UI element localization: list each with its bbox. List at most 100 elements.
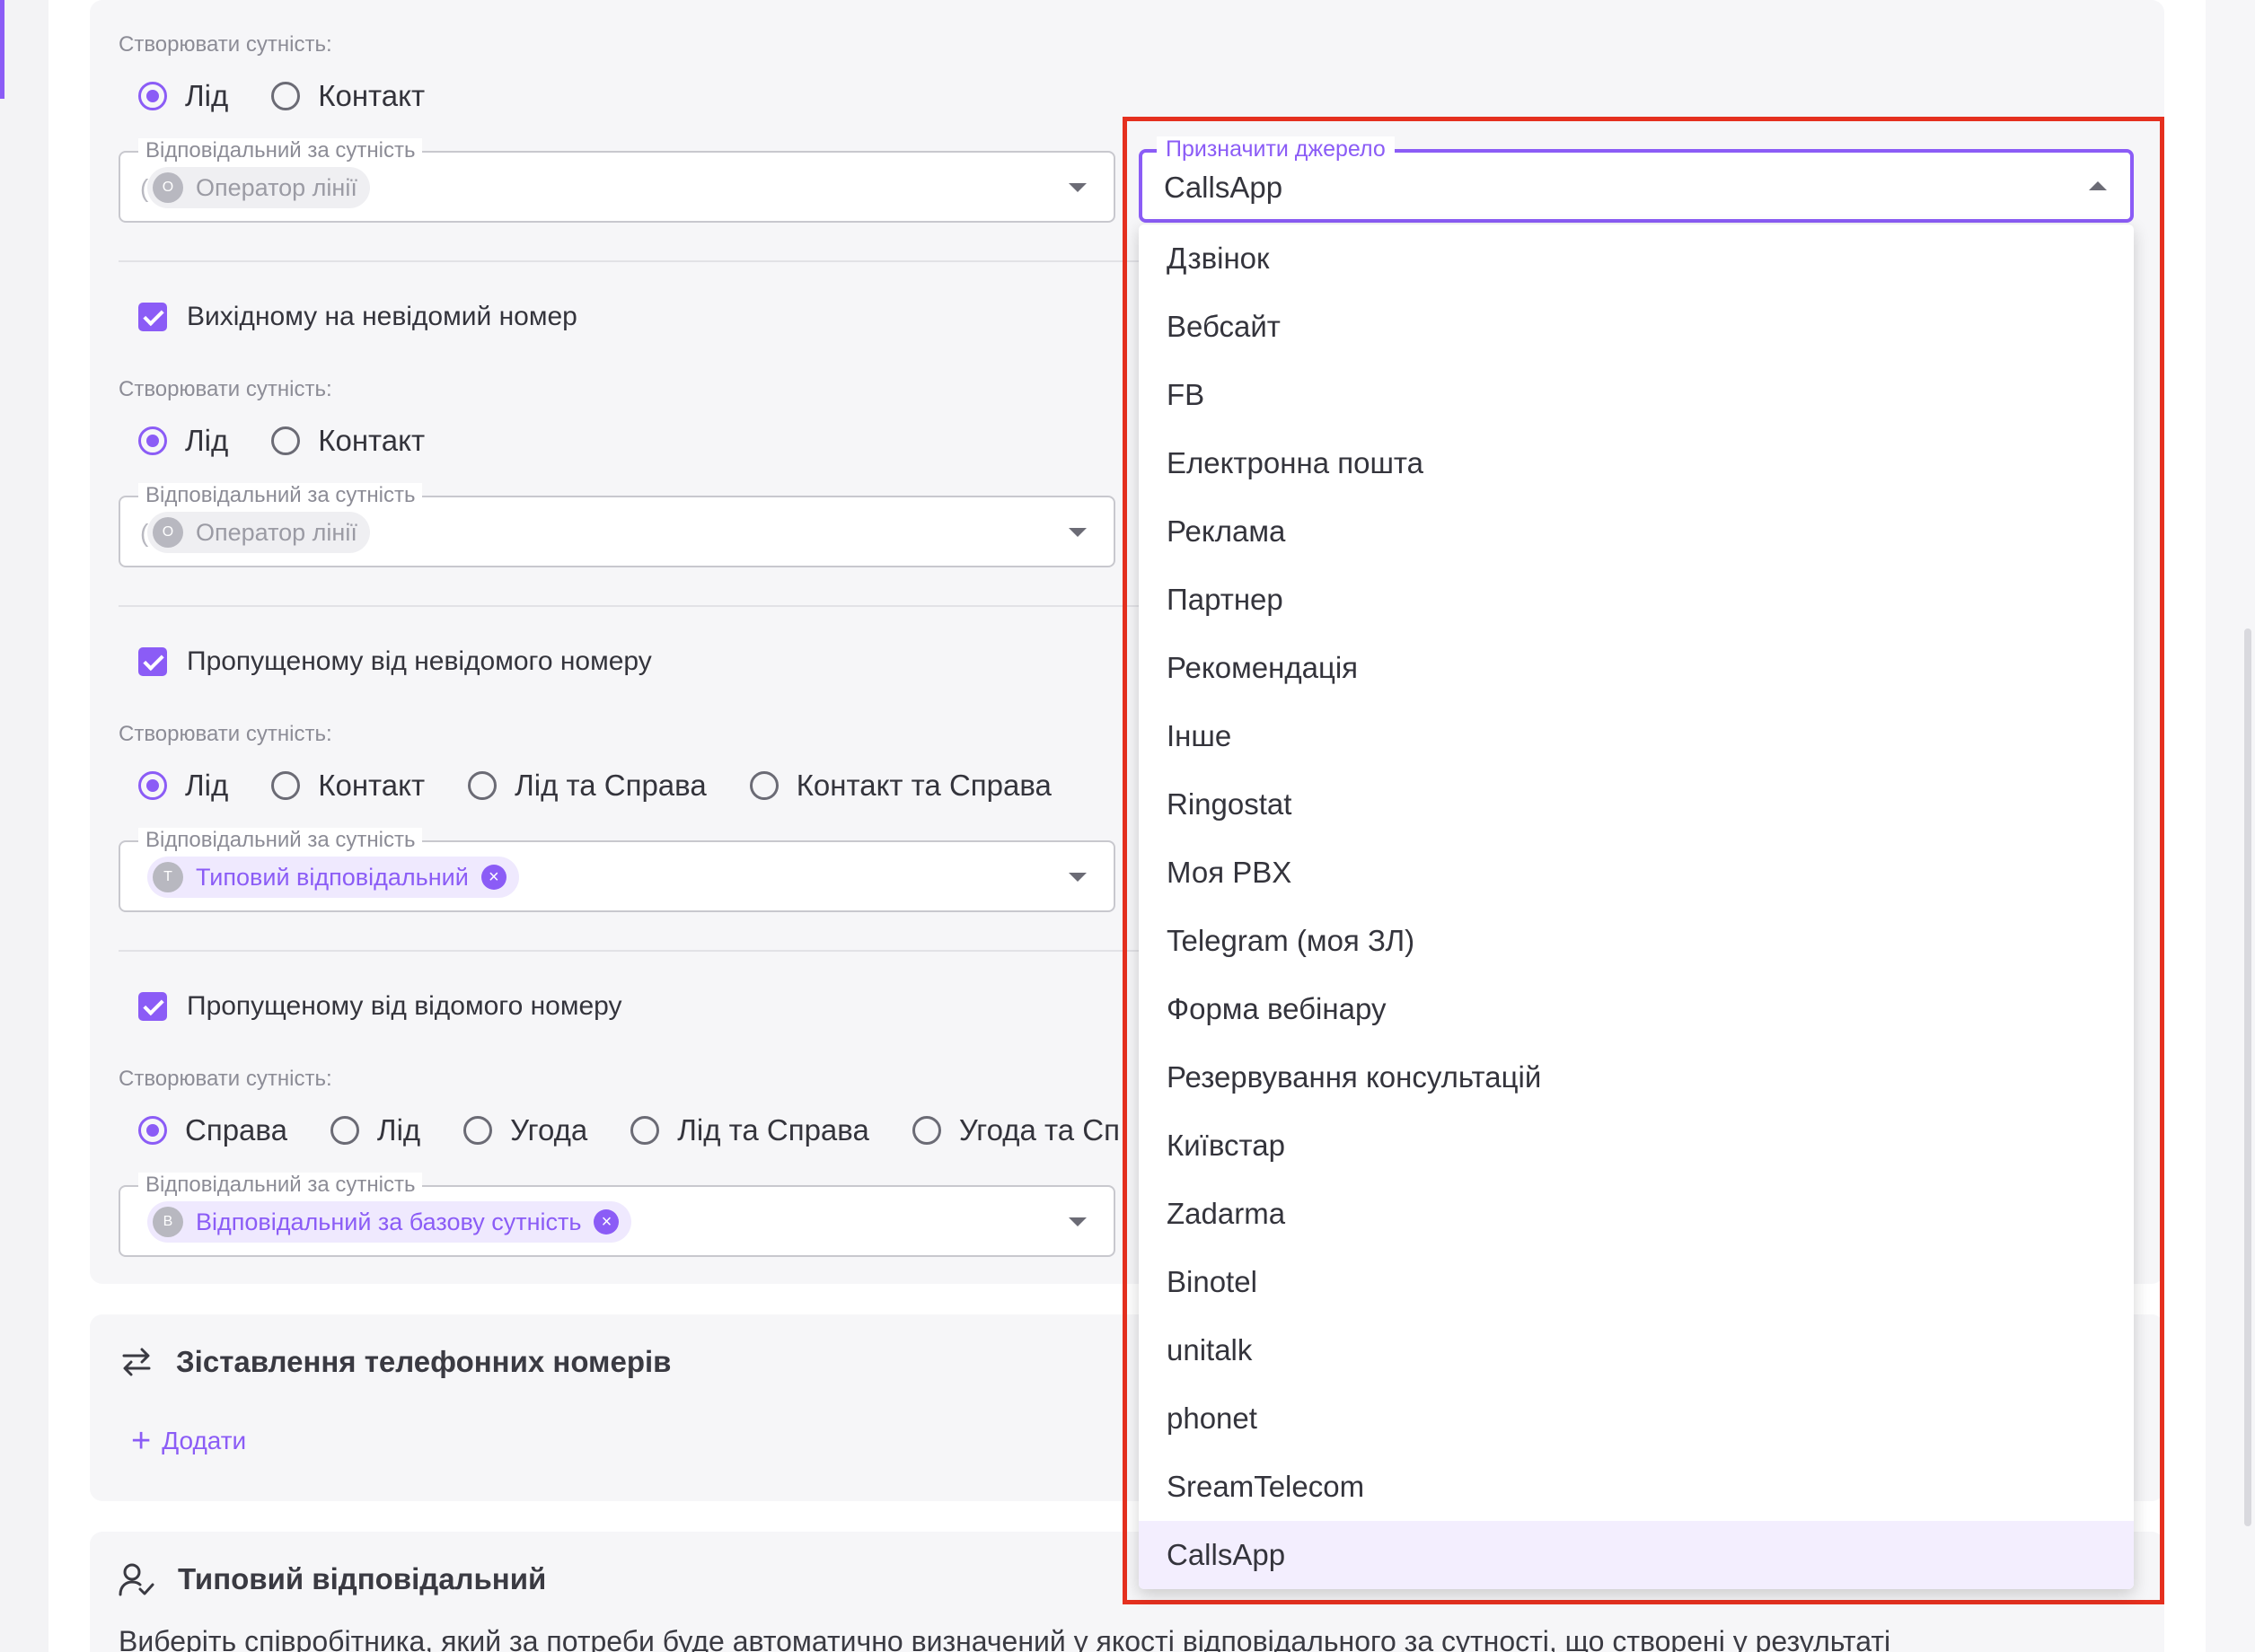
responsible-select[interactable]: Відповідальний за сутність ( О Оператор л… xyxy=(119,138,1115,223)
menu-option[interactable]: Київстар xyxy=(1139,1112,2134,1180)
assign-source-select[interactable]: Призначити джерело CallsApp xyxy=(1139,136,2134,223)
checkbox-outgoing-unknown[interactable]: Вихідному на невідомий номер xyxy=(138,302,577,332)
radio-checked-icon xyxy=(138,426,167,455)
radio-label: Справа xyxy=(185,1113,287,1147)
add-phone-mapping-button[interactable]: + Додати xyxy=(131,1424,246,1458)
menu-option[interactable]: Партнер xyxy=(1139,566,2134,634)
responsible-chip: О Оператор лінії xyxy=(147,167,370,208)
phone-mapping-title: Зіставлення телефонних номерів xyxy=(120,1345,671,1379)
menu-option[interactable]: Zadarma xyxy=(1139,1180,2134,1248)
scrollbar-thumb[interactable] xyxy=(2244,628,2251,1526)
menu-option[interactable]: Моя PBX xyxy=(1139,839,2134,907)
checkbox-checked-icon xyxy=(138,647,167,676)
entity-type-radio-group: Справа Лід Угода Лід та Справа Угода та … xyxy=(138,1113,1163,1147)
radio-deal[interactable]: Угода xyxy=(463,1113,587,1147)
radio-label: Контакт та Справа xyxy=(796,769,1052,802)
menu-option[interactable]: Дзвінок xyxy=(1139,224,2134,293)
field-legend: Відповідальний за сутність xyxy=(138,483,423,508)
chip-label: Відповідальний за базову сутність xyxy=(196,1208,582,1235)
add-label: Додати xyxy=(162,1427,247,1454)
radio-unchecked-icon xyxy=(912,1116,941,1145)
chevron-up-icon[interactable] xyxy=(2089,181,2107,190)
menu-option[interactable]: Рекомендація xyxy=(1139,634,2134,702)
responsible-select[interactable]: Відповідальний за сутність ( О Оператор л… xyxy=(119,483,1115,567)
chevron-down-icon[interactable] xyxy=(1069,528,1087,537)
radio-contact[interactable]: Контакт xyxy=(271,424,425,458)
radio-unchecked-icon xyxy=(463,1116,493,1145)
create-entity-label: Створювати сутність: xyxy=(119,377,332,401)
avatar: О xyxy=(153,172,183,203)
radio-unchecked-icon xyxy=(749,771,779,800)
radio-unchecked-icon xyxy=(271,82,301,110)
radio-lead[interactable]: Лід xyxy=(138,79,228,113)
radio-unchecked-icon xyxy=(271,426,301,455)
menu-option[interactable]: Резервування консультацій xyxy=(1139,1043,2134,1112)
radio-label: Контакт xyxy=(318,769,426,802)
chevron-down-icon[interactable] xyxy=(1069,873,1087,882)
radio-checked-icon xyxy=(138,1116,167,1145)
radio-unchecked-icon xyxy=(330,1116,359,1145)
menu-option[interactable]: Форма вебінару xyxy=(1139,975,2134,1043)
menu-option[interactable]: Binotel xyxy=(1139,1248,2134,1316)
menu-option[interactable]: unitalk xyxy=(1139,1316,2134,1384)
page-scrollbar[interactable] xyxy=(2206,0,2255,1652)
responsible-select[interactable]: Відповідальний за сутність Т Типовий відп… xyxy=(119,828,1115,912)
chip-label: Оператор лінії xyxy=(196,518,357,546)
radio-unchecked-icon xyxy=(468,771,498,800)
menu-option[interactable]: SreamTelecom xyxy=(1139,1453,2134,1521)
menu-option[interactable]: Telegram (моя ЗЛ) xyxy=(1139,907,2134,975)
menu-option[interactable]: Електронна пошта xyxy=(1139,429,2134,497)
radio-label: Лід xyxy=(376,1113,421,1147)
menu-option[interactable]: Вебсайт xyxy=(1139,293,2134,361)
chevron-down-icon[interactable] xyxy=(1069,1217,1087,1226)
source-options-menu: Дзвінок Вебсайт FB Електронна пошта Рекл… xyxy=(1139,224,2134,1589)
section-title-text: Типовий відповідальний xyxy=(178,1562,547,1595)
menu-option-selected[interactable]: CallsApp xyxy=(1139,1521,2134,1589)
field-legend: Призначити джерело xyxy=(1157,136,1395,163)
radio-lead-and-case[interactable]: Лід та Справа xyxy=(468,769,707,803)
left-sidebar-edge xyxy=(0,0,48,1652)
radio-contact[interactable]: Контакт xyxy=(271,769,425,803)
radio-label: Угода та Сп xyxy=(958,1113,1120,1147)
radio-label: Контакт xyxy=(318,79,426,112)
menu-option[interactable]: phonet xyxy=(1139,1384,2134,1453)
radio-checked-icon xyxy=(138,82,167,110)
radio-contact[interactable]: Контакт xyxy=(271,79,425,113)
radio-label: Лід xyxy=(185,424,229,457)
radio-lead[interactable]: Лід xyxy=(138,424,228,458)
chip-remove-icon[interactable]: × xyxy=(480,865,506,890)
radio-label: Лід та Справа xyxy=(677,1113,869,1147)
radio-lead[interactable]: Лід xyxy=(330,1113,420,1147)
checkbox-missed-known[interactable]: Пропущеному від відомого номеру xyxy=(138,991,622,1022)
menu-option[interactable]: FB xyxy=(1139,361,2134,429)
radio-deal-and-case[interactable]: Угода та Сп xyxy=(912,1113,1120,1147)
create-entity-label: Створювати сутність: xyxy=(119,32,332,57)
responsible-chip: О Оператор лінії xyxy=(147,512,370,553)
create-entity-label: Створювати сутність: xyxy=(119,1067,332,1091)
checkbox-label: Пропущеному від невідомого номеру xyxy=(187,646,652,676)
radio-label: Лід xyxy=(185,769,229,802)
user-check-icon xyxy=(119,1563,154,1596)
radio-checked-icon xyxy=(138,771,167,800)
responsible-chip: В Відповідальний за базову сутність × xyxy=(147,1201,632,1243)
radio-label: Лід та Справа xyxy=(515,769,707,802)
selected-value: CallsApp xyxy=(1164,171,1283,204)
radio-label: Контакт xyxy=(318,424,426,457)
radio-lead-and-case[interactable]: Лід та Справа xyxy=(630,1113,869,1147)
radio-contact-and-case[interactable]: Контакт та Справа xyxy=(749,769,1052,803)
menu-option[interactable]: Реклама xyxy=(1139,497,2134,566)
responsible-chip: Т Типовий відповідальний × xyxy=(147,857,519,898)
checkbox-label: Вихідному на невідомий номер xyxy=(187,302,577,331)
chevron-down-icon[interactable] xyxy=(1069,183,1087,192)
responsible-select[interactable]: Відповідальний за сутність В Відповідальн… xyxy=(119,1173,1115,1257)
radio-unchecked-icon xyxy=(630,1116,660,1145)
checkbox-label: Пропущеному від відомого номеру xyxy=(187,991,622,1021)
chip-remove-icon[interactable]: × xyxy=(594,1209,620,1235)
menu-option[interactable]: Ringostat xyxy=(1139,770,2134,839)
menu-option[interactable]: Інше xyxy=(1139,702,2134,770)
create-entity-label: Створювати сутність: xyxy=(119,722,332,746)
checkbox-missed-unknown[interactable]: Пропущеному від невідомого номеру xyxy=(138,646,652,677)
radio-lead[interactable]: Лід xyxy=(138,769,228,803)
radio-case[interactable]: Справа xyxy=(138,1113,287,1147)
field-legend: Відповідальний за сутність xyxy=(138,1173,423,1198)
